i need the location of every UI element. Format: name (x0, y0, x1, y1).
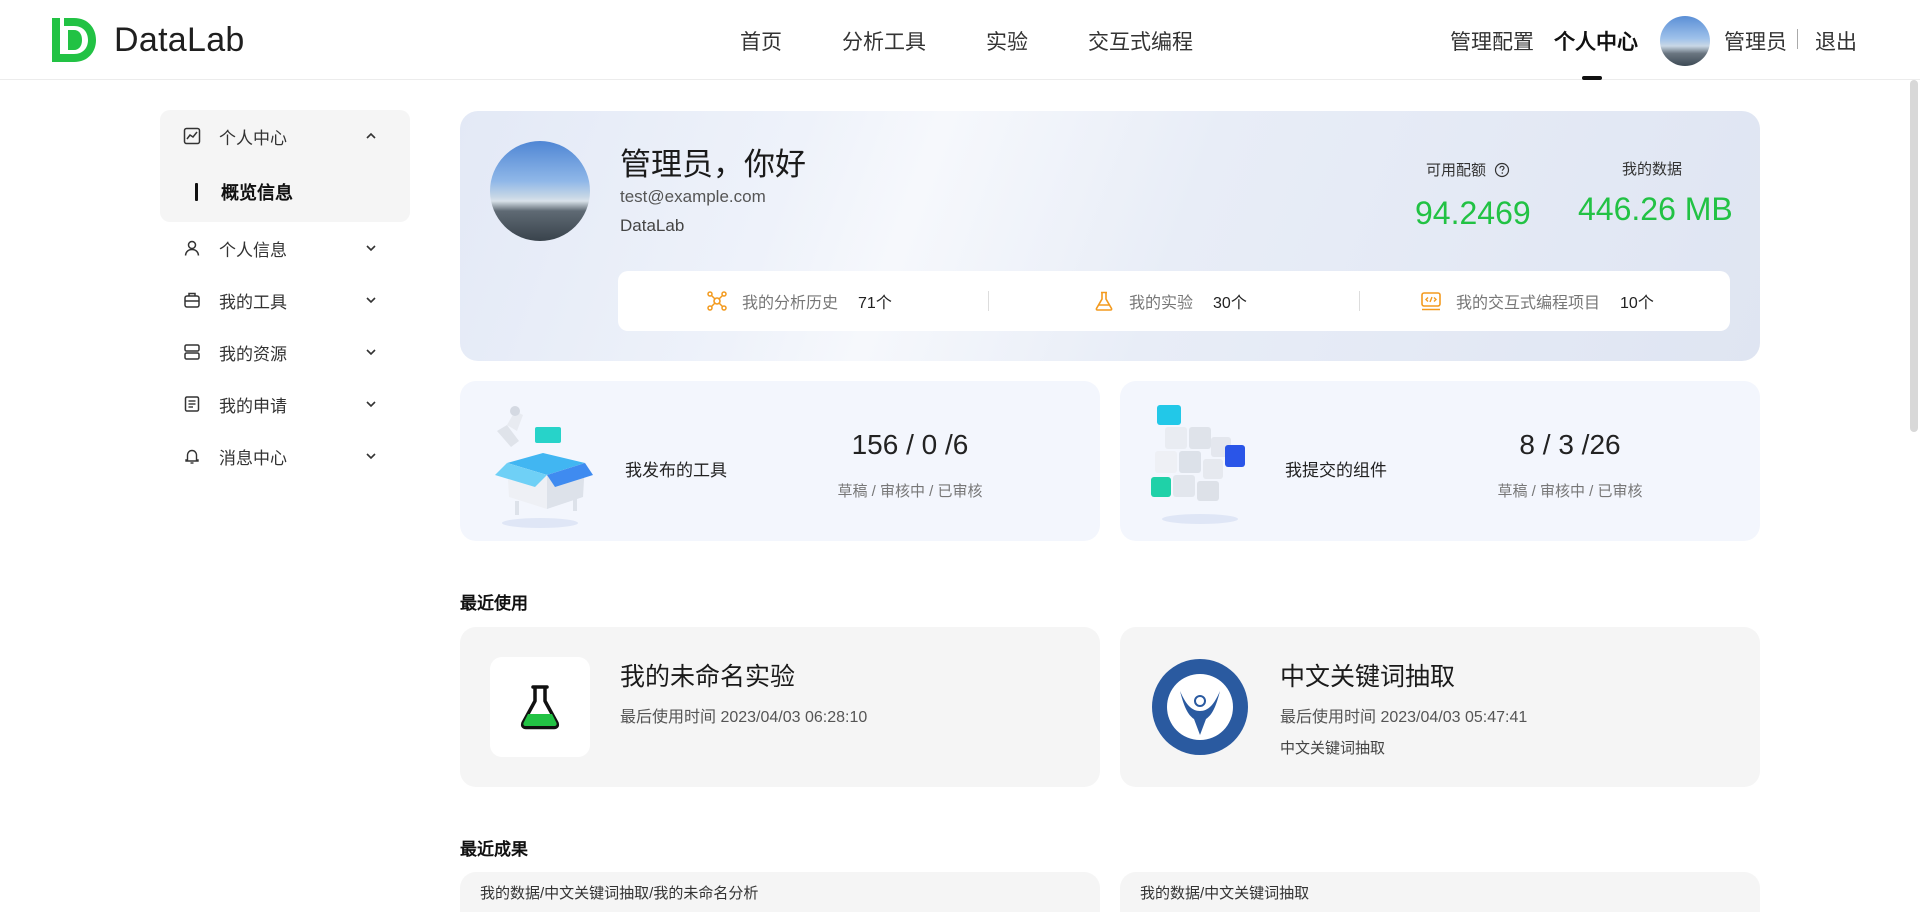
stat-label: 我的交互式编程项目 (1456, 295, 1601, 312)
sidebar-item-my-resources[interactable]: 我的资源 (160, 326, 410, 378)
nav-interactive-coding[interactable]: 交互式编程 (1088, 26, 1193, 56)
scrollbar[interactable] (1910, 80, 1918, 432)
form-icon (184, 396, 200, 412)
toolbox-icon (184, 292, 200, 308)
recent-item-description: 中文关键词抽取 (1280, 740, 1386, 757)
network-icon (707, 291, 727, 311)
nav-admin-config[interactable]: 管理配置 (1450, 26, 1534, 56)
flask-icon (520, 685, 560, 730)
sidebar-subitem-overview[interactable]: 概览信息 (195, 172, 293, 212)
divider (988, 291, 989, 311)
nav-experiments[interactable]: 实验 (986, 26, 1028, 56)
chevron-down-icon (366, 453, 376, 460)
user-icon (184, 240, 200, 256)
profile-email: test@example.com (620, 187, 766, 206)
quota-label: 可用配额 (1426, 159, 1510, 180)
sidebar-item-label: 个人信息 (219, 240, 287, 260)
card-title: 我提交的组件 (1285, 461, 1387, 480)
chevron-down-icon (366, 401, 376, 408)
profile-avatar (490, 141, 590, 241)
quota-value: 94.2469 (1415, 195, 1531, 231)
stat-value: 30个 (1213, 295, 1247, 312)
cubes-illustration (1151, 405, 1245, 524)
tool-counts: 156 / 0 /6 (851, 429, 969, 460)
datalab-logo-icon (52, 18, 96, 62)
stat-experiments[interactable]: 我的实验 30个 (1093, 271, 1247, 331)
component-counts: 8 / 3 /26 (1519, 429, 1621, 460)
nav-personal-center[interactable]: 个人中心 (1554, 26, 1638, 56)
sidebar: 个人中心 概览信息 个人信息 我的工具 我的资源 我的申请 消息中心 (160, 110, 410, 468)
institute-logo-icon (1152, 659, 1248, 755)
robot-box-illustration (495, 406, 593, 528)
chevron-down-icon (366, 349, 376, 356)
app-name: DataLab (114, 20, 245, 59)
profile-card: 管理员，你好 test@example.com DataLab 可用配额 94.… (460, 111, 1760, 361)
card-title: 我发布的工具 (625, 461, 727, 480)
main-nav: 首页 分析工具 实验 交互式编程 (740, 26, 1253, 56)
logout-link[interactable]: 退出 (1815, 26, 1857, 56)
sidebar-item-message-center[interactable]: 消息中心 (160, 430, 410, 482)
nav-analysis-tools[interactable]: 分析工具 (842, 26, 926, 56)
recent-item-thumbnail (490, 657, 590, 757)
result-item[interactable]: 我的数据/中文关键词抽取/我的未命名分析 (460, 872, 1100, 912)
active-indicator (195, 183, 198, 201)
my-data-value: 446.26 MB (1578, 191, 1733, 227)
sidebar-item-label: 个人中心 (219, 128, 287, 148)
stat-value: 71个 (858, 295, 892, 312)
profile-org: DataLab (620, 216, 685, 235)
sidebar-item-personal-info[interactable]: 个人信息 (160, 222, 410, 274)
storage-icon (184, 344, 200, 360)
recent-item-time: 最后使用时间 2023/04/03 05:47:41 (1280, 709, 1528, 726)
counts-legend: 草稿 / 审核中 / 已审核 (837, 483, 983, 500)
section-title-recent: 最近使用 (460, 594, 528, 613)
counts-legend: 草稿 / 审核中 / 已审核 (1497, 483, 1643, 500)
divider (1797, 29, 1798, 49)
stat-value: 10个 (1620, 295, 1654, 312)
published-tools-card[interactable]: 我发布的工具 156 / 0 /6 草稿 / 审核中 / 已审核 (460, 381, 1100, 541)
recent-item[interactable]: 中文关键词抽取 最后使用时间 2023/04/03 05:47:41 中文关键词… (1120, 627, 1760, 787)
recent-item-title: 我的未命名实验 (620, 663, 796, 691)
stat-label: 我的实验 (1129, 295, 1194, 312)
sidebar-item-label: 消息中心 (219, 448, 287, 468)
user-avatar[interactable] (1660, 16, 1710, 66)
top-bar: DataLab 首页 分析工具 实验 交互式编程 管理配置 个人中心 管理员 退… (0, 0, 1920, 80)
sidebar-item-label: 我的资源 (219, 344, 287, 364)
sidebar-subitem-label: 概览信息 (221, 183, 293, 203)
active-nav-indicator (1582, 76, 1602, 80)
recent-item-title: 中文关键词抽取 (1280, 663, 1456, 691)
stat-interactive-projects[interactable]: 我的交互式编程项目 10个 (1420, 271, 1654, 331)
result-item[interactable]: 我的数据/中文关键词抽取 (1120, 872, 1760, 912)
recent-item[interactable]: 我的未命名实验 最后使用时间 2023/04/03 06:28:10 (460, 627, 1100, 787)
chevron-down-icon (366, 297, 376, 304)
my-data-label: 我的数据 (1622, 161, 1683, 178)
flask-icon (1095, 291, 1113, 311)
profile-greeting: 管理员，你好 (620, 147, 806, 182)
sidebar-item-label: 我的申请 (219, 396, 287, 416)
result-item-title: 我的数据/中文关键词抽取 (1140, 885, 1310, 902)
sidebar-item-personal-center[interactable]: 个人中心 (160, 110, 410, 162)
user-name[interactable]: 管理员 (1724, 26, 1787, 56)
sidebar-item-my-applications[interactable]: 我的申请 (160, 378, 410, 430)
section-title-results: 最近成果 (460, 840, 528, 859)
result-item-title: 我的数据/中文关键词抽取/我的未命名分析 (480, 885, 759, 902)
code-icon (1421, 292, 1441, 311)
logo[interactable]: DataLab (48, 14, 245, 66)
sidebar-item-label: 我的工具 (219, 292, 287, 312)
divider (1359, 291, 1360, 311)
nav-home[interactable]: 首页 (740, 26, 782, 56)
stat-analysis-history[interactable]: 我的分析历史 71个 (706, 271, 892, 331)
bell-icon (185, 449, 199, 464)
recent-item-time: 最后使用时间 2023/04/03 06:28:10 (620, 709, 868, 726)
sidebar-group-personal-center: 个人中心 概览信息 (160, 110, 410, 222)
sidebar-item-my-tools[interactable]: 我的工具 (160, 274, 410, 326)
profile-stats-bar: 我的分析历史 71个 我的实验 30个 我的交互式编程项目 10个 (618, 271, 1730, 331)
submitted-components-card[interactable]: 我提交的组件 8 / 3 /26 草稿 / 审核中 / 已审核 (1120, 381, 1760, 541)
right-nav: 管理配置 个人中心 (1450, 26, 1638, 56)
recent-item-thumbnail (1150, 657, 1250, 757)
stat-label: 我的分析历史 (742, 295, 839, 312)
chevron-down-icon (366, 245, 376, 252)
chart-icon (183, 127, 201, 145)
help-icon[interactable] (1494, 162, 1510, 178)
chevron-up-icon (366, 132, 376, 139)
